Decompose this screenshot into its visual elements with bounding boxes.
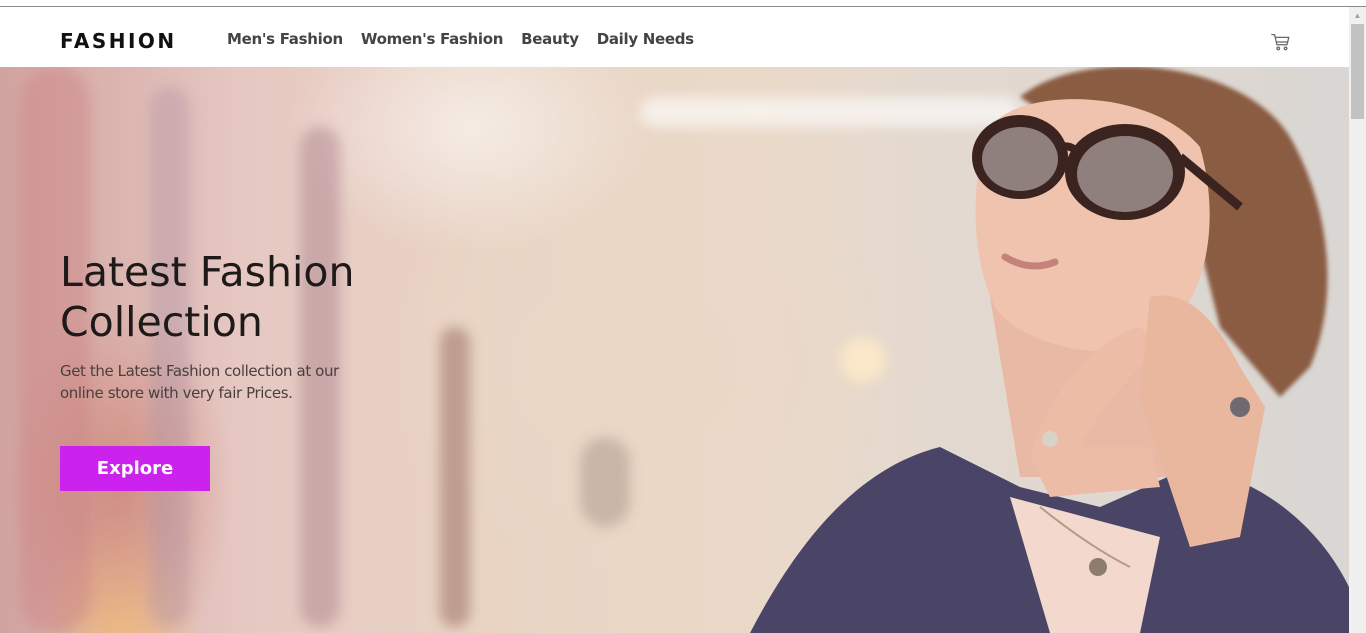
nav-mens-fashion[interactable]: Men's Fashion bbox=[227, 30, 343, 48]
cart-icon[interactable] bbox=[1270, 31, 1292, 53]
hero-model-image bbox=[750, 67, 1349, 633]
background-blur-shape bbox=[20, 67, 90, 633]
nav-daily-needs[interactable]: Daily Needs bbox=[597, 30, 694, 48]
explore-button[interactable]: Explore bbox=[60, 446, 210, 491]
hero-title-line-2: Collection bbox=[60, 298, 263, 346]
hero-banner: Latest Fashion Collection Get the Latest… bbox=[0, 67, 1349, 633]
hero-title-line-1: Latest Fashion bbox=[60, 248, 355, 296]
chevron-up-icon[interactable]: ▲ bbox=[1349, 7, 1366, 24]
hero-subtitle: Get the Latest Fashion collection at our… bbox=[60, 362, 339, 402]
site-logo[interactable]: FASHION bbox=[60, 29, 177, 53]
background-blur-shape bbox=[150, 87, 190, 627]
main-nav: Men's Fashion Women's Fashion Beauty Dai… bbox=[227, 30, 694, 48]
nav-womens-fashion[interactable]: Women's Fashion bbox=[361, 30, 504, 48]
background-blur-shape bbox=[580, 437, 630, 527]
scrollbar-thumb[interactable] bbox=[1351, 24, 1364, 119]
site-header: FASHION Men's Fashion Women's Fashion Be… bbox=[0, 7, 1349, 67]
browser-top-border bbox=[0, 0, 1366, 7]
background-blur-shape bbox=[440, 327, 470, 627]
vertical-scrollbar[interactable]: ▲ bbox=[1349, 7, 1366, 633]
nav-beauty[interactable]: Beauty bbox=[521, 30, 579, 48]
hero-title: Latest Fashion Collection bbox=[60, 247, 380, 347]
